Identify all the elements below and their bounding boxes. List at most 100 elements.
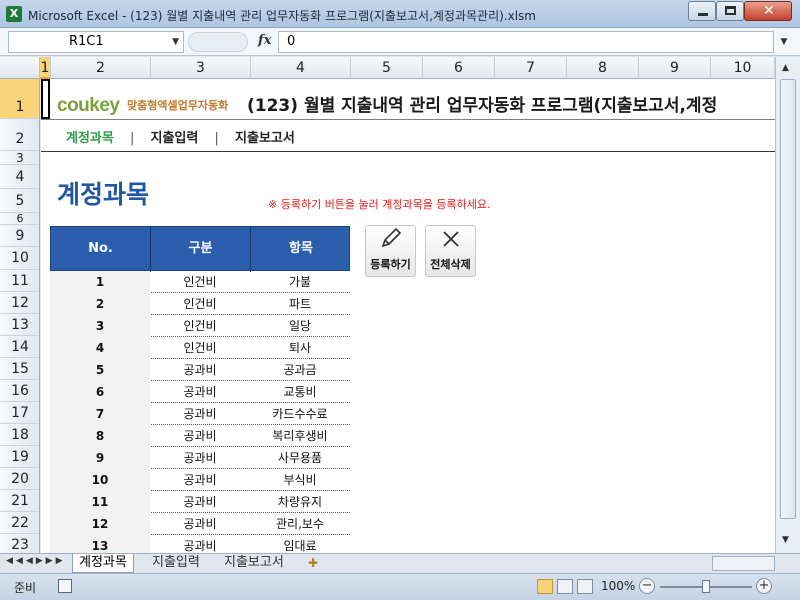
- scroll-down-icon[interactable]: ▼: [782, 535, 789, 545]
- insert-sheet-icon[interactable]: ✚: [308, 556, 318, 570]
- formula-bar-splitter[interactable]: [188, 32, 248, 52]
- row-header[interactable]: 18: [0, 424, 39, 446]
- sheet-tab-accounts[interactable]: 계정과목: [72, 554, 134, 573]
- row-header[interactable]: 20: [0, 468, 39, 490]
- cell-item[interactable]: 임대료: [250, 535, 350, 553]
- cell-category[interactable]: 공과비: [150, 381, 250, 403]
- table-row[interactable]: 13 공과비 임대료: [50, 535, 350, 553]
- register-button[interactable]: 등록하기: [365, 225, 416, 277]
- column-header[interactable]: 8: [567, 57, 639, 79]
- table-row[interactable]: 8 공과비 복리후생비: [50, 425, 350, 447]
- table-row[interactable]: 4 인건비 퇴사: [50, 337, 350, 359]
- row-header[interactable]: 23: [0, 534, 39, 553]
- row-header[interactable]: 17: [0, 402, 39, 424]
- cell-category[interactable]: 공과비: [150, 491, 250, 513]
- cell-category[interactable]: 공과비: [150, 447, 250, 469]
- cell-category[interactable]: 공과비: [150, 469, 250, 491]
- row-header[interactable]: 19: [0, 446, 39, 468]
- column-header[interactable]: 5: [351, 57, 423, 79]
- table-row[interactable]: 3 인건비 일당: [50, 315, 350, 337]
- maximize-button[interactable]: [716, 1, 744, 21]
- table-row[interactable]: 10 공과비 부식비: [50, 469, 350, 491]
- menu-item-expense-input[interactable]: 지출입력: [151, 127, 199, 146]
- cell-item[interactable]: 부식비: [250, 469, 350, 491]
- cell-no[interactable]: 8: [50, 425, 150, 447]
- cell-item[interactable]: 카드수수료: [250, 403, 350, 425]
- column-header[interactable]: 1: [40, 57, 51, 79]
- close-window-button[interactable]: ✕: [744, 1, 792, 21]
- row-header[interactable]: 2: [0, 119, 39, 151]
- table-row[interactable]: 1 인건비 가불: [50, 271, 350, 293]
- cell-category[interactable]: 공과비: [150, 425, 250, 447]
- page-break-view-icon[interactable]: [577, 579, 593, 594]
- row-header[interactable]: 22: [0, 512, 39, 534]
- row-header[interactable]: 15: [0, 358, 39, 380]
- cell-category[interactable]: 인건비: [150, 293, 250, 315]
- row-header[interactable]: 16: [0, 380, 39, 402]
- zoom-slider-thumb[interactable]: [702, 580, 710, 593]
- zoom-out-icon[interactable]: −: [639, 578, 655, 594]
- cell-no[interactable]: 11: [50, 491, 150, 513]
- row-header[interactable]: 3: [0, 151, 39, 165]
- cell-item[interactable]: 사무용품: [250, 447, 350, 469]
- cell-category[interactable]: 공과비: [150, 513, 250, 535]
- cell-no[interactable]: 3: [50, 315, 150, 337]
- cell-item[interactable]: 교통비: [250, 381, 350, 403]
- column-header[interactable]: 2: [51, 57, 151, 79]
- cell-category[interactable]: 공과비: [150, 403, 250, 425]
- cell-no[interactable]: 5: [50, 359, 150, 381]
- sheet-tab-expense-input[interactable]: 지출입력: [146, 554, 206, 573]
- table-row[interactable]: 2 인건비 파트: [50, 293, 350, 315]
- cell-category[interactable]: 공과비: [150, 535, 250, 553]
- column-header[interactable]: 7: [495, 57, 567, 79]
- row-header[interactable]: 9: [0, 225, 39, 247]
- vertical-scrollbar[interactable]: ▲ ▼: [775, 57, 800, 553]
- cell-item[interactable]: 가불: [250, 271, 350, 293]
- cell-no[interactable]: 1: [50, 271, 150, 293]
- insert-function-button[interactable]: fx: [258, 33, 271, 48]
- table-row[interactable]: 12 공과비 관리,보수: [50, 513, 350, 535]
- page-layout-view-icon[interactable]: [557, 579, 573, 594]
- row-header[interactable]: 11: [0, 270, 39, 292]
- row-header[interactable]: 1: [0, 79, 39, 119]
- table-row[interactable]: 5 공과비 공과금: [50, 359, 350, 381]
- zoom-in-icon[interactable]: +: [756, 578, 772, 594]
- row-header[interactable]: 10: [0, 247, 39, 270]
- cell-item[interactable]: 파트: [250, 293, 350, 315]
- scrollbar-thumb[interactable]: [780, 79, 796, 519]
- formula-input[interactable]: 0: [278, 31, 774, 53]
- cell-category[interactable]: 공과비: [150, 359, 250, 381]
- sheet-tab-expense-report[interactable]: 지출보고서: [218, 554, 290, 573]
- expand-formula-bar-icon[interactable]: ▼: [776, 31, 792, 53]
- cell-item[interactable]: 관리,보수: [250, 513, 350, 535]
- cell-no[interactable]: 7: [50, 403, 150, 425]
- cell-no[interactable]: 13: [50, 535, 150, 553]
- cell-no[interactable]: 10: [50, 469, 150, 491]
- cell-no[interactable]: 2: [50, 293, 150, 315]
- scroll-up-icon[interactable]: ▲: [782, 63, 789, 73]
- row-header[interactable]: 12: [0, 292, 39, 314]
- column-header[interactable]: 6: [423, 57, 495, 79]
- table-row[interactable]: 9 공과비 사무용품: [50, 447, 350, 469]
- cell-item[interactable]: 일당: [250, 315, 350, 337]
- cell-item[interactable]: 공과금: [250, 359, 350, 381]
- cell-item[interactable]: 차량유지: [250, 491, 350, 513]
- table-row[interactable]: 7 공과비 카드수수료: [50, 403, 350, 425]
- cell-no[interactable]: 12: [50, 513, 150, 535]
- cell-item[interactable]: 복리후생비: [250, 425, 350, 447]
- table-row[interactable]: 6 공과비 교통비: [50, 381, 350, 403]
- horizontal-scrollbar[interactable]: [712, 556, 775, 571]
- cell-category[interactable]: 인건비: [150, 271, 250, 293]
- menu-item-expense-report[interactable]: 지출보고서: [235, 127, 295, 146]
- cell-no[interactable]: 4: [50, 337, 150, 359]
- cell-no[interactable]: 9: [50, 447, 150, 469]
- macro-record-icon[interactable]: [58, 579, 72, 593]
- row-header[interactable]: 5: [0, 189, 39, 213]
- select-all-corner[interactable]: [0, 57, 40, 79]
- normal-view-icon[interactable]: [537, 579, 553, 594]
- zoom-level[interactable]: 100%: [601, 579, 635, 593]
- column-header[interactable]: 10: [711, 57, 775, 79]
- name-box[interactable]: R1C1 ▼: [8, 31, 184, 53]
- minimize-button[interactable]: [688, 1, 716, 21]
- cell-category[interactable]: 인건비: [150, 337, 250, 359]
